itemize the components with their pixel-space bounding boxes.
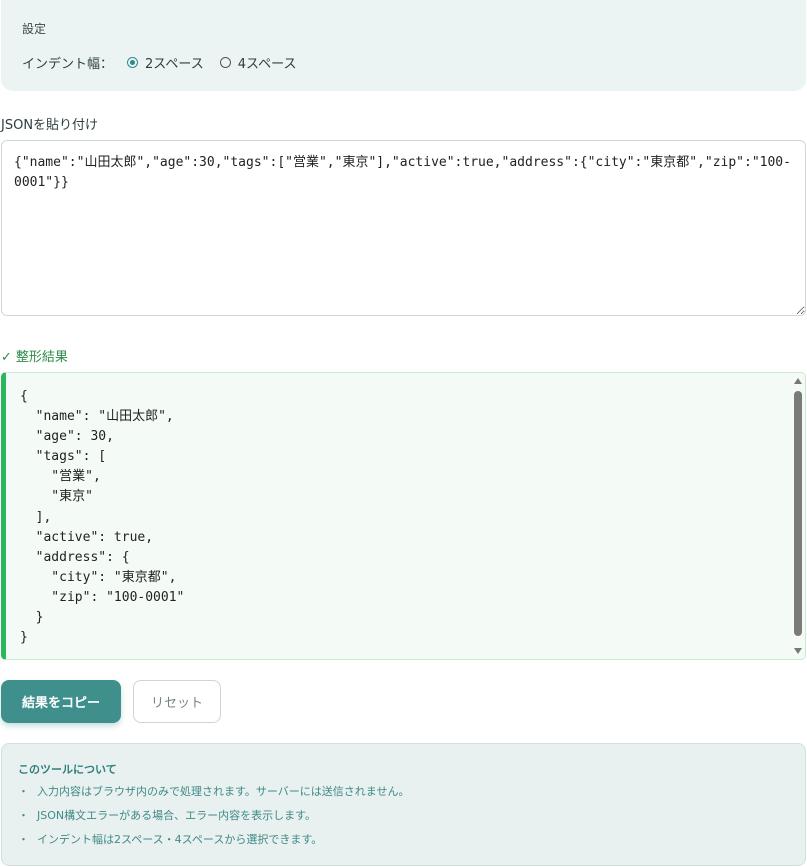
settings-title: 設定 [22, 22, 47, 36]
bullet: ・ [18, 785, 29, 798]
reset-button[interactable]: リセット [133, 680, 221, 723]
formatted-json: { "name": "山田太郎", "age": 30, "tags": [ "… [20, 389, 185, 646]
result-label: ✓ 整形結果 [1, 346, 68, 365]
scroll-thumb[interactable] [794, 391, 802, 636]
scroll-up-arrow-icon[interactable] [794, 378, 802, 384]
bullet: ・ [18, 809, 29, 822]
indent-setting: インデント幅： 2スペース 4スペース [22, 53, 312, 72]
settings-panel: 設定 インデント幅： 2スペース 4スペース [1, 0, 806, 91]
result-label-text: 整形結果 [15, 350, 68, 365]
indent-option-4[interactable]: 4スペース [219, 53, 297, 72]
indent-option-2[interactable]: 2スペース [127, 53, 204, 72]
radio-4-spaces[interactable] [219, 57, 231, 68]
result-output: { "name": "山田太郎", "age": 30, "tags": [ "… [1, 372, 806, 660]
about-title: このツールについて [18, 763, 117, 776]
check-icon: ✓ [1, 350, 12, 365]
bullet: ・ [18, 833, 29, 846]
about-item: ・ JSON構文エラーがある場合、エラー内容を表示します。 [18, 809, 317, 822]
json-input-label: JSONを貼り付け [1, 118, 99, 133]
about-item: ・インデント幅は2スペース・4スペースから選択できます。 [18, 833, 323, 846]
indent-option-2-label: 2スペース [145, 57, 204, 72]
about-list: ・入力内容はブラウザ内のみで処理されます。サーバーには送信されません。 ・ JSO… [18, 785, 409, 857]
json-input[interactable] [1, 140, 806, 316]
radio-2-spaces[interactable] [127, 57, 139, 68]
about-item: ・入力内容はブラウザ内のみで処理されます。サーバーには送信されません。 [18, 785, 410, 798]
about-panel: このツールについて ・入力内容はブラウザ内のみで処理されます。サーバーには送信さ… [1, 743, 806, 866]
copy-result-button[interactable]: 結果をコピー [1, 680, 121, 723]
indent-label: インデント幅： [22, 57, 114, 72]
scroll-down-arrow-icon[interactable] [794, 648, 802, 654]
result-scrollbar[interactable] [792, 373, 805, 659]
indent-option-4-label: 4スペース [237, 57, 297, 72]
